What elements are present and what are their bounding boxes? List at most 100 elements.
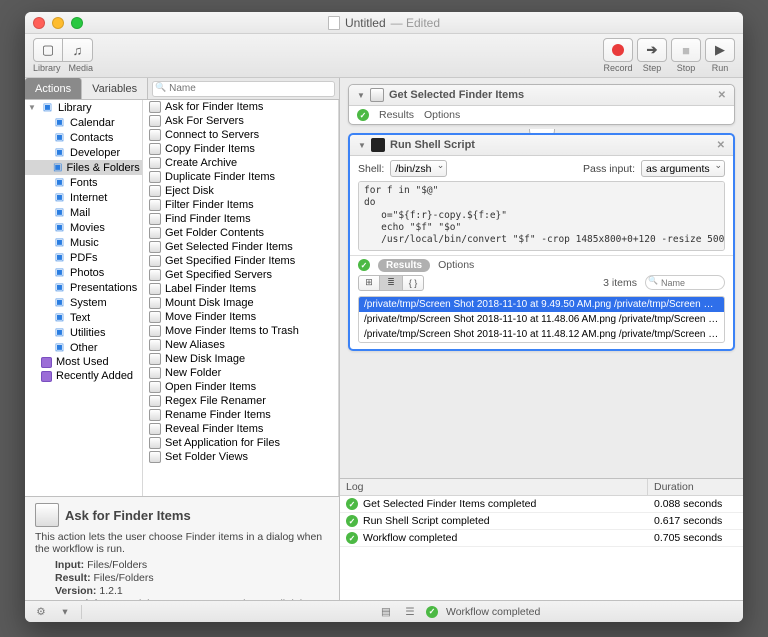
library-category[interactable]: ▣Files & Folders [25, 160, 142, 175]
log-header-duration[interactable]: Duration [648, 479, 743, 495]
library-category[interactable]: ▣Mail [25, 205, 142, 220]
library-action[interactable]: Label Finder Items [143, 282, 338, 296]
shell-select[interactable]: /bin/zsh [390, 160, 447, 177]
library-category[interactable]: ▣Text [25, 310, 142, 325]
library-category[interactable]: ▣System [25, 295, 142, 310]
library-action[interactable]: Copy Finder Items [143, 142, 338, 156]
folder-icon: ▣ [53, 206, 66, 219]
library-action[interactable]: Eject Disk [143, 184, 338, 198]
folder-icon: ▣ [53, 221, 66, 234]
library-category[interactable]: ▣Internet [25, 190, 142, 205]
tab-actions[interactable]: Actions [25, 78, 82, 99]
library-action[interactable]: Find Finder Items [143, 212, 338, 226]
library-smart-folder[interactable]: Recently Added [25, 369, 142, 383]
action-icon [149, 213, 161, 225]
library-action[interactable]: Move Finder Items to Trash [143, 324, 338, 338]
desc-title: Ask for Finder Items [65, 508, 191, 523]
stop-button[interactable]: ■ [671, 38, 701, 62]
step-button[interactable]: ➔ [637, 38, 667, 62]
library-action[interactable]: Open Finder Items [143, 380, 338, 394]
result-row[interactable]: /private/tmp/Screen Shot 2018-11-10 at 1… [359, 327, 724, 342]
library-action[interactable]: Filter Finder Items [143, 198, 338, 212]
library-action[interactable]: Connect to Servers [143, 128, 338, 142]
library-action[interactable]: New Folder [143, 366, 338, 380]
close-action-button[interactable]: ✕ [718, 90, 726, 101]
library-category[interactable]: ▣Developer [25, 145, 142, 160]
library-category[interactable]: ▣Fonts [25, 175, 142, 190]
library-category[interactable]: ▣Music [25, 235, 142, 250]
results-search-input[interactable] [645, 275, 725, 290]
action2-options-tab[interactable]: Options [438, 259, 474, 271]
log-row[interactable]: ✓Workflow completed0.705 seconds [340, 530, 743, 547]
record-button[interactable] [603, 38, 633, 62]
library-category[interactable]: ▣Utilities [25, 325, 142, 340]
folder-icon: ▣ [53, 146, 66, 159]
footer-list-icon[interactable]: ▤ [378, 605, 394, 619]
pass-input-select[interactable]: as arguments [641, 160, 725, 177]
result-row[interactable]: /private/tmp/Screen Shot 2018-11-10 at 1… [359, 312, 724, 327]
library-action[interactable]: Duplicate Finder Items [143, 170, 338, 184]
window-controls [33, 17, 83, 29]
footer-toggle-icon[interactable]: ▾ [57, 605, 73, 619]
library-smart-folder[interactable]: Most Used [25, 355, 142, 369]
library-category[interactable]: ▣Photos [25, 265, 142, 280]
edited-indicator: — Edited [391, 16, 440, 30]
library-action[interactable]: Get Specified Finder Items [143, 254, 338, 268]
action1-results-tab[interactable]: Results [379, 109, 414, 121]
library-category[interactable]: ▣Calendar [25, 115, 142, 130]
library-toggle-button[interactable]: ▢ [33, 38, 63, 62]
disclosure-icon[interactable]: ▼ [358, 141, 366, 150]
action-icon [149, 339, 161, 351]
library-action[interactable]: Move Finder Items [143, 310, 338, 324]
library-category[interactable]: ▣Movies [25, 220, 142, 235]
library-category[interactable]: ▣PDFs [25, 250, 142, 265]
library-action[interactable]: New Disk Image [143, 352, 338, 366]
action1-options-tab[interactable]: Options [424, 109, 460, 121]
pass-input-label: Pass input: [583, 163, 635, 175]
library-action[interactable]: Regex File Renamer [143, 394, 338, 408]
disclosure-icon[interactable]: ▼ [357, 91, 365, 100]
library-root[interactable]: ▼▣Library [25, 100, 142, 115]
close-action-button[interactable]: ✕ [717, 140, 725, 151]
result-row[interactable]: /private/tmp/Screen Shot 2018-11-10 at 9… [359, 297, 724, 312]
media-label: Media [69, 63, 94, 73]
footer-log-icon[interactable]: ☰ [402, 605, 418, 619]
settings-gear-icon[interactable]: ⚙ [33, 605, 49, 619]
log-header-log[interactable]: Log [340, 479, 648, 495]
library-action[interactable]: New Aliases [143, 338, 338, 352]
view-list-button[interactable]: ≣ [380, 275, 402, 291]
log-row[interactable]: ✓Run Shell Script completed0.617 seconds [340, 513, 743, 530]
library-action[interactable]: Get Selected Finder Items [143, 240, 338, 254]
library-action[interactable]: Ask for Finder Items [143, 100, 338, 114]
action-description-panel: Ask for Finder Items This action lets th… [25, 496, 339, 600]
action-icon [149, 311, 161, 323]
library-action[interactable]: Mount Disk Image [143, 296, 338, 310]
action-get-selected-finder-items[interactable]: ▼ Get Selected Finder Items ✕ ✓ Results … [348, 84, 735, 125]
library-category[interactable]: ▣Contacts [25, 130, 142, 145]
library-action[interactable]: Set Folder Views [143, 450, 338, 464]
zoom-window-button[interactable] [71, 17, 83, 29]
close-window-button[interactable] [33, 17, 45, 29]
library-action[interactable]: Reveal Finder Items [143, 422, 338, 436]
folder-icon: ▣ [53, 341, 66, 354]
run-button[interactable]: ▶ [705, 38, 735, 62]
view-braces-button[interactable]: { } [402, 275, 424, 291]
minimize-window-button[interactable] [52, 17, 64, 29]
library-category[interactable]: ▣Presentations [25, 280, 142, 295]
tab-variables[interactable]: Variables [82, 78, 148, 99]
library-action[interactable]: Get Specified Servers [143, 268, 338, 282]
library-category[interactable]: ▣Other [25, 340, 142, 355]
media-toggle-button[interactable]: ♫ [63, 38, 93, 62]
library-action[interactable]: Get Folder Contents [143, 226, 338, 240]
view-icons-button[interactable]: ⊞ [358, 275, 380, 291]
library-action[interactable]: Set Application for Files [143, 436, 338, 450]
action-run-shell-script[interactable]: ▼ Run Shell Script ✕ Shell: /bin/zsh Pas… [348, 133, 735, 351]
results-view-toggle[interactable]: ⊞ ≣ { } [358, 275, 424, 291]
library-action[interactable]: Rename Finder Items [143, 408, 338, 422]
library-search-input[interactable] [152, 81, 335, 97]
library-action[interactable]: Ask For Servers [143, 114, 338, 128]
action2-results-tab[interactable]: Results [378, 259, 430, 272]
library-action[interactable]: Create Archive [143, 156, 338, 170]
shell-script-editor[interactable]: for f in "$@" do o="${f:r}-copy.${f:e}" … [358, 181, 725, 251]
log-row[interactable]: ✓Get Selected Finder Items completed0.08… [340, 496, 743, 513]
